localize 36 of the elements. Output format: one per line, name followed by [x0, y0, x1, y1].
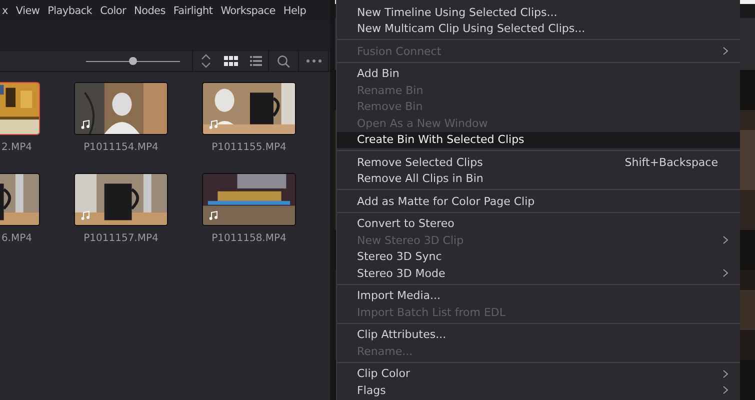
menu-item[interactable]: Flags	[337, 382, 740, 398]
clip-name: P1011158.MP4	[212, 233, 286, 244]
music-note-icon	[81, 120, 90, 129]
chevron-right-icon	[723, 269, 728, 278]
menu-item[interactable]: Help	[283, 5, 306, 17]
menu-item[interactable]: Workspace	[220, 5, 276, 17]
menu-item[interactable]: New Multicam Clip Using Selected Clips...	[337, 20, 740, 37]
music-note-icon	[209, 211, 218, 220]
music-note-icon	[209, 120, 218, 129]
zoom-slider[interactable]	[86, 56, 180, 66]
clip-name: P1011154.MP4	[84, 142, 158, 153]
menu-item[interactable]: Fairlight	[173, 5, 213, 17]
menu-item[interactable]: x	[2, 5, 8, 17]
menu-item[interactable]: Add as Matte for Color Page Clip	[337, 193, 740, 210]
chevron-right-icon	[723, 236, 728, 244]
chevron-right-icon	[723, 47, 728, 56]
clip-name: P1011155.MP4	[212, 142, 286, 153]
menu-item[interactable]: View	[16, 5, 40, 17]
menu-item[interactable]: Remove Selected Clips Shift+Backspace	[337, 154, 740, 170]
clip-name: 6.MP4	[1, 233, 32, 244]
menu-item[interactable]: Stereo 3D Sync	[337, 248, 740, 265]
clip-name: P1011157.MP4	[84, 233, 158, 244]
menu-item[interactable]: Create Bin With Selected Clips	[337, 132, 740, 148]
menu-item[interactable]: Color	[100, 5, 126, 17]
music-note-icon	[81, 211, 90, 220]
menu-item[interactable]: Stereo 3D Mode	[337, 265, 740, 282]
menu-item[interactable]: New Timeline Using Selected Clips...	[337, 4, 740, 20]
menu-item[interactable]: Clip Color	[337, 366, 740, 382]
menu-item[interactable]: Import Media...	[337, 288, 740, 304]
menu-item[interactable]: Clip Attributes...	[337, 326, 740, 343]
menu-item[interactable]: Remove All Clips in Bin	[337, 170, 740, 187]
menu-item[interactable]: Add Bin	[337, 66, 740, 82]
menu-item[interactable]: Playback	[48, 5, 92, 17]
clip-name: 2.MP4	[1, 142, 32, 153]
menu-item[interactable]: Convert to Stereo	[337, 216, 740, 232]
menu-item[interactable]: Nodes	[134, 5, 166, 17]
